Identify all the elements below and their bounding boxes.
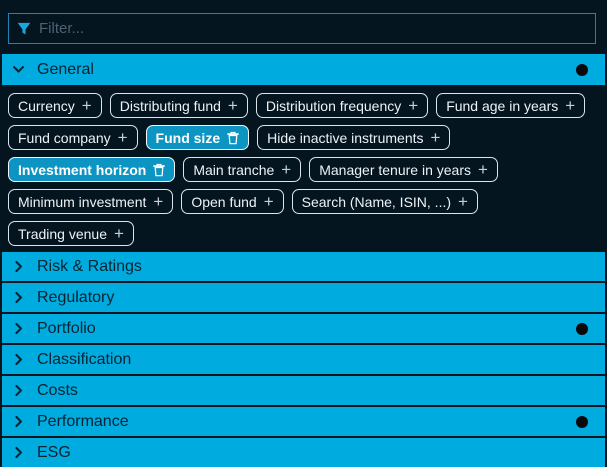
add-icon: + — [281, 161, 291, 178]
section-header-costs[interactable]: Costs — [2, 376, 605, 405]
chip-label: Fund age in years — [446, 98, 558, 114]
filter-input[interactable] — [39, 20, 587, 37]
section-header-classification[interactable]: Classification — [2, 345, 605, 374]
chip-label: Hide inactive instruments — [267, 130, 423, 146]
section-header-regulatory[interactable]: Regulatory — [2, 283, 605, 312]
add-icon: + — [408, 97, 418, 114]
filter-chip-investment-horizon[interactable]: Investment horizon — [8, 157, 175, 182]
chip-label: Distribution frequency — [266, 98, 401, 114]
chip-label: Search (Name, ISIN, ...) — [302, 194, 451, 210]
chevron-right-icon — [12, 353, 25, 366]
section-header-risk-ratings[interactable]: Risk & Ratings — [2, 252, 605, 281]
filter-chip-fund-age-in-years[interactable]: Fund age in years + — [436, 93, 585, 118]
chip-label: Main tranche — [193, 162, 274, 178]
section-label: Costs — [37, 382, 78, 400]
chip-label: Open fund — [191, 194, 256, 210]
section-label: Risk & Ratings — [37, 258, 142, 276]
section-label: General — [37, 61, 94, 79]
trash-icon — [227, 131, 239, 145]
chevron-right-icon — [12, 446, 25, 459]
filter-chip-minimum-investment[interactable]: Minimum investment + — [8, 189, 173, 214]
chip-label: Manager tenure in years — [319, 162, 471, 178]
add-icon: + — [458, 193, 468, 210]
filter-chip-distributing-fund[interactable]: Distributing fund + — [110, 93, 248, 118]
filter-chip-distribution-frequency[interactable]: Distribution frequency + — [256, 93, 428, 118]
add-icon: + — [118, 129, 128, 146]
filter-chip-search-name-isin[interactable]: Search (Name, ISIN, ...) + — [292, 189, 478, 214]
filter-chip-open-fund[interactable]: Open fund + — [181, 189, 283, 214]
filter-chip-fund-company[interactable]: Fund company + — [8, 125, 138, 150]
chip-label: Minimum investment — [18, 194, 146, 210]
chip-label: Distributing fund — [120, 98, 221, 114]
add-icon: + — [565, 97, 575, 114]
section-label: Regulatory — [37, 289, 114, 307]
chip-label: Fund size — [156, 130, 221, 146]
chevron-right-icon — [12, 415, 25, 428]
add-icon: + — [153, 193, 163, 210]
filter-chip-trading-venue[interactable]: Trading venue + — [8, 221, 134, 246]
section-header-portfolio[interactable]: Portfolio — [2, 314, 605, 343]
funnel-icon — [17, 22, 31, 36]
section-header-performance[interactable]: Performance — [2, 407, 605, 436]
chip-label: Currency — [18, 98, 75, 114]
chevron-right-icon — [12, 291, 25, 304]
chip-label: Trading venue — [18, 226, 107, 242]
chevron-right-icon — [12, 260, 25, 273]
filter-chip-manager-tenure-in-years[interactable]: Manager tenure in years + — [309, 157, 498, 182]
filter-chip-fund-size[interactable]: Fund size — [146, 125, 250, 150]
general-chips: Currency+Distributing fund+Distribution … — [0, 85, 607, 252]
section-header-esg[interactable]: ESG — [2, 438, 605, 467]
filter-search-box[interactable] — [8, 13, 596, 44]
chip-label: Investment horizon — [18, 162, 146, 178]
add-icon: + — [478, 161, 488, 178]
add-icon: + — [431, 129, 441, 146]
section-label: Portfolio — [37, 320, 96, 338]
filter-chip-currency[interactable]: Currency + — [8, 93, 102, 118]
section-label: Classification — [37, 351, 131, 369]
add-icon: + — [264, 193, 274, 210]
filter-panel: General Currency+Distributing fund+Distr… — [0, 13, 607, 455]
collapsed-sections: Risk & Ratings Regulatory Portfolio Classif… — [0, 252, 607, 467]
section-label: Performance — [37, 413, 129, 431]
filter-chip-hide-inactive-instruments[interactable]: Hide inactive instruments + — [257, 125, 450, 150]
active-filter-indicator — [576, 323, 588, 335]
filter-chip-main-tranche[interactable]: Main tranche + — [183, 157, 301, 182]
section-label: ESG — [37, 444, 71, 462]
add-icon: + — [82, 97, 92, 114]
chevron-right-icon — [12, 384, 25, 397]
trash-icon — [153, 163, 165, 177]
add-icon: + — [228, 97, 238, 114]
chevron-right-icon — [12, 322, 25, 335]
section-header-general[interactable]: General — [2, 54, 605, 85]
add-icon: + — [114, 225, 124, 242]
active-filter-indicator — [576, 416, 588, 428]
chevron-down-icon — [12, 63, 25, 76]
chip-label: Fund company — [18, 130, 111, 146]
active-filter-indicator — [576, 64, 588, 76]
